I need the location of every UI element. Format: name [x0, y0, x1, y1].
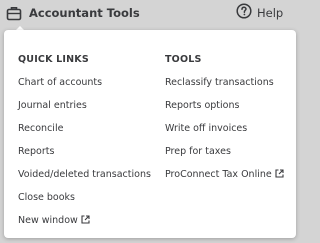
- reclassify-transactions-link[interactable]: Reclassify transactions: [165, 77, 284, 88]
- top-bar: Accountant Tools Help: [0, 0, 300, 26]
- proconnect-tax-online-link[interactable]: ProConnect Tax Online: [165, 168, 284, 181]
- prep-for-taxes-link[interactable]: Prep for taxes: [165, 146, 284, 157]
- link-label: Journal entries: [18, 100, 87, 111]
- help-label: Help: [257, 6, 284, 20]
- accountant-tools-menu: QUICK LINKS Chart of accounts Journal en…: [4, 30, 296, 238]
- reconcile-link[interactable]: Reconcile: [18, 123, 151, 134]
- close-books-link[interactable]: Close books: [18, 192, 151, 203]
- tools-column: TOOLS Reclassify transactions Reports op…: [165, 54, 284, 192]
- link-label: Prep for taxes: [165, 146, 231, 157]
- quick-links-header: QUICK LINKS: [18, 54, 89, 65]
- reports-options-link[interactable]: Reports options: [165, 100, 284, 111]
- external-link-icon: [81, 214, 90, 227]
- link-label: Reclassify transactions: [165, 77, 274, 88]
- link-label: Reports: [18, 146, 55, 157]
- link-label: New window: [18, 215, 78, 226]
- link-label: Voided/deleted transactions: [18, 169, 151, 180]
- link-label: ProConnect Tax Online: [165, 169, 272, 180]
- briefcase-icon: [6, 6, 22, 21]
- link-label: Close books: [18, 192, 76, 203]
- help-button[interactable]: Help: [236, 2, 283, 24]
- tools-header: TOOLS: [165, 54, 202, 65]
- link-label: Reports options: [165, 100, 240, 111]
- chart-of-accounts-link[interactable]: Chart of accounts: [18, 77, 151, 88]
- link-label: Reconcile: [18, 123, 64, 134]
- accountant-tools-label: Accountant Tools: [29, 6, 140, 20]
- new-window-link[interactable]: New window: [18, 214, 151, 227]
- reports-link[interactable]: Reports: [18, 146, 151, 157]
- quick-links-column: QUICK LINKS Chart of accounts Journal en…: [18, 54, 151, 238]
- link-label: Write off invoices: [165, 123, 248, 134]
- write-off-invoices-link[interactable]: Write off invoices: [165, 123, 284, 134]
- question-circle-icon: [236, 3, 252, 23]
- voided-deleted-transactions-link[interactable]: Voided/deleted transactions: [18, 169, 151, 180]
- link-label: Chart of accounts: [18, 77, 103, 88]
- external-link-icon: [275, 168, 284, 181]
- journal-entries-link[interactable]: Journal entries: [18, 100, 151, 111]
- accountant-tools-button[interactable]: Accountant Tools: [6, 2, 140, 24]
